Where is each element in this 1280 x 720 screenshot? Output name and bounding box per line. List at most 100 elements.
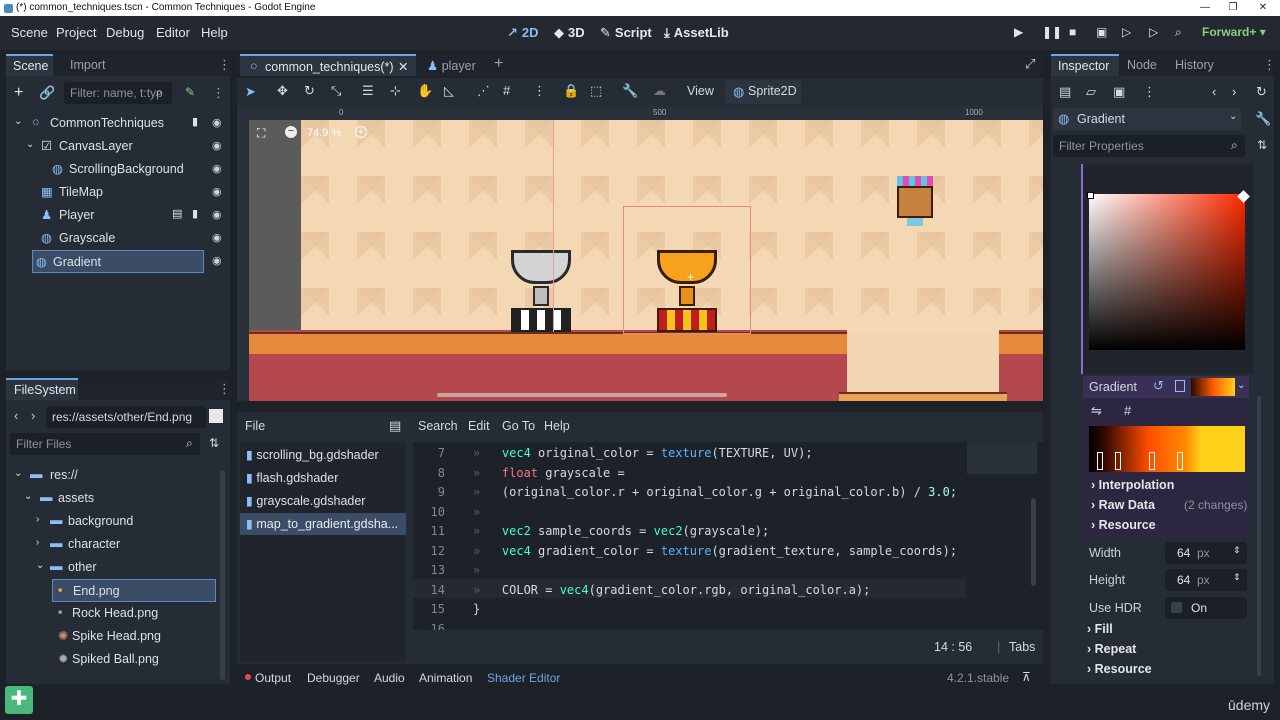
menu-debug[interactable]: Debug — [106, 25, 144, 40]
script-attached-icon[interactable]: ▮ — [192, 115, 198, 128]
menu-help[interactable]: Help — [201, 25, 228, 40]
code-scrollbar[interactable] — [1031, 498, 1036, 586]
object-history-icon[interactable]: ↻ — [1256, 84, 1267, 100]
tree-node[interactable]: ◍ ScrollingBackground ◉ — [12, 158, 224, 181]
list-select-icon[interactable]: ☰ — [362, 83, 374, 99]
fs-file[interactable]: ✺ Spike Head.png — [12, 625, 216, 648]
fs-file-selected[interactable]: ▪ End.png — [52, 579, 216, 602]
gradient-stop[interactable] — [1097, 452, 1103, 470]
select-tool-icon[interactable]: ➤ — [245, 84, 256, 100]
scale-tool-icon[interactable]: ⤡ — [331, 83, 341, 99]
play-scene-icon[interactable]: ▷ — [1122, 25, 1131, 39]
instance-icon[interactable]: ▤ — [172, 207, 182, 220]
fs-file[interactable]: ▪ Rock Head.png — [12, 602, 216, 625]
toggle-files-icon[interactable]: ▤ — [389, 418, 401, 434]
tree-node[interactable]: ⌄ ☑ CanvasLayer ◉ — [12, 135, 224, 158]
code-area[interactable]: 7 8 9 10 11 12 13 14 15 16 » vec4 origin… — [413, 442, 1043, 630]
dock-menu-icon[interactable]: ⋮ — [218, 57, 231, 73]
visibility-icon[interactable]: ◉ — [212, 231, 222, 244]
visibility-icon[interactable]: ◉ — [212, 185, 222, 198]
tab-audio[interactable]: Audio — [374, 671, 405, 685]
collapse-icon[interactable]: ⌄ — [26, 139, 34, 150]
dock-menu-icon[interactable]: ⋮ — [218, 381, 230, 397]
section-interpolation[interactable]: › Interpolation — [1091, 478, 1174, 492]
link-icon[interactable]: 🔗 — [39, 85, 55, 101]
gradient-stop[interactable] — [1149, 452, 1155, 470]
cloud-icon[interactable]: ☁ — [653, 83, 666, 99]
collapse-icon[interactable]: ⌄ — [14, 116, 22, 127]
new-resource-icon[interactable]: ▤ — [1059, 84, 1071, 100]
fs-file[interactable]: ✹ Spiked Ball.png — [12, 648, 216, 671]
color-picker-handle[interactable] — [1087, 192, 1094, 199]
history-forward-icon[interactable]: › — [1232, 84, 1236, 99]
tab-shader-editor[interactable]: Shader Editor — [487, 671, 560, 685]
tab-debugger[interactable]: Debugger — [307, 671, 360, 685]
height-spinbox[interactable]: 64 px ⇕ — [1165, 569, 1247, 591]
tab-scene[interactable]: Scene — [6, 54, 53, 76]
history-back-icon[interactable]: ‹ — [1212, 84, 1216, 99]
path-input[interactable]: res://assets/other/End.png — [46, 406, 206, 428]
tab-inspector[interactable]: Inspector — [1051, 54, 1119, 76]
smart-snap-icon[interactable]: ⋰ — [477, 83, 490, 99]
indent-mode[interactable]: Tabs — [1009, 640, 1035, 654]
inspector-scrollbar[interactable] — [1257, 396, 1261, 676]
edit-menu[interactable]: Edit — [468, 419, 490, 433]
section-fill[interactable]: › Fill — [1087, 622, 1113, 636]
spin-arrows-icon[interactable]: ⇕ — [1233, 545, 1241, 556]
distraction-free-icon[interactable]: ⤢ — [1025, 56, 1035, 72]
mode-3d-button[interactable]: ◆ 3D — [554, 25, 585, 41]
script-attached-icon[interactable]: ▮ — [192, 207, 198, 220]
expand-icon[interactable]: › — [36, 537, 39, 548]
revert-icon[interactable]: ↺ — [1153, 378, 1164, 394]
zoom-in-icon[interactable]: + — [355, 126, 367, 138]
zoom-level[interactable]: 74.9 % — [307, 127, 341, 139]
chevron-down-icon[interactable]: ⌄ — [1237, 380, 1245, 391]
tree-node[interactable]: ♟ Player ▤ ▮ ◉ — [12, 204, 224, 227]
visibility-icon[interactable]: ◉ — [212, 139, 222, 152]
fs-folder[interactable]: › ▬ character — [12, 533, 216, 556]
play-icon[interactable]: ▶ — [1014, 25, 1023, 39]
sort-icon[interactable]: ⇅ — [209, 436, 219, 450]
renderer-select[interactable]: Forward+ ▾ — [1202, 25, 1266, 39]
width-spinbox[interactable]: 64 px ⇕ — [1165, 542, 1247, 564]
use-hdr-checkbox[interactable]: On — [1165, 597, 1247, 619]
filter-files-input[interactable]: Filter Files — [10, 433, 200, 455]
remote-debug-icon[interactable]: ▣ — [1096, 25, 1107, 39]
script-file-item[interactable]: ▮ scrolling_bg.gdshader — [240, 444, 406, 466]
filter-settings-icon[interactable]: ⇅ — [1257, 138, 1267, 152]
menu-scene[interactable]: Scene — [11, 25, 48, 40]
fs-folder[interactable]: ⌄ ▬ assets — [12, 487, 216, 510]
pin-icon[interactable]: ⊼ — [1022, 670, 1031, 684]
tree-node-selected[interactable]: ◍ Gradient — [32, 250, 204, 273]
collapse-icon[interactable]: ⌄ — [14, 468, 22, 479]
fs-scrollbar[interactable] — [220, 470, 225, 680]
tab-common-techniques[interactable]: ○ common_techniques(*) ✕ — [240, 54, 416, 76]
tab-animation[interactable]: Animation — [419, 671, 472, 685]
skeleton-icon[interactable]: 🔧 — [622, 83, 638, 99]
section-raw-data[interactable]: › Raw Data — [1091, 498, 1155, 512]
forward-icon[interactable]: › — [31, 408, 35, 423]
mode-2d-button[interactable]: ↗ 2D — [507, 25, 539, 41]
rotate-tool-icon[interactable]: ↻ — [304, 83, 315, 99]
2d-viewport[interactable]: + ⛶ − 74.9 % + — [237, 120, 1043, 401]
menu-editor[interactable]: Editor — [156, 25, 190, 40]
add-plus-icon[interactable]: ✚ — [5, 686, 33, 714]
pivot-tool-icon[interactable]: ⊹ — [390, 83, 401, 99]
tool-icon[interactable]: 🔧 — [1255, 111, 1271, 127]
script-file-item-selected[interactable]: ▮ map_to_gradient.gdsha... — [240, 513, 406, 535]
gradient-ramp[interactable] — [1089, 426, 1245, 472]
dock-menu-icon[interactable]: ⋮ — [1263, 57, 1274, 73]
tab-output[interactable]: Output — [255, 671, 291, 685]
gradient-property[interactable]: Gradient ↺ ⌄ — [1083, 376, 1249, 398]
tab-import[interactable]: Import — [70, 58, 105, 72]
collapse-icon[interactable]: ⌄ — [36, 560, 44, 571]
section-resource-bottom[interactable]: › Resource — [1087, 662, 1152, 676]
back-icon[interactable]: ‹ — [14, 408, 18, 423]
close-icon[interactable]: ✕ — [1250, 0, 1276, 16]
gradient-stop[interactable] — [1115, 452, 1121, 470]
search-menu[interactable]: Search — [418, 419, 458, 433]
fs-folder[interactable]: ⌄ ▬ other — [12, 556, 216, 579]
attach-script-icon[interactable]: ✎ — [185, 85, 195, 99]
resource-selector[interactable]: ◍ Gradient ⌄ — [1053, 108, 1241, 130]
split-mode-icon[interactable] — [209, 409, 223, 423]
